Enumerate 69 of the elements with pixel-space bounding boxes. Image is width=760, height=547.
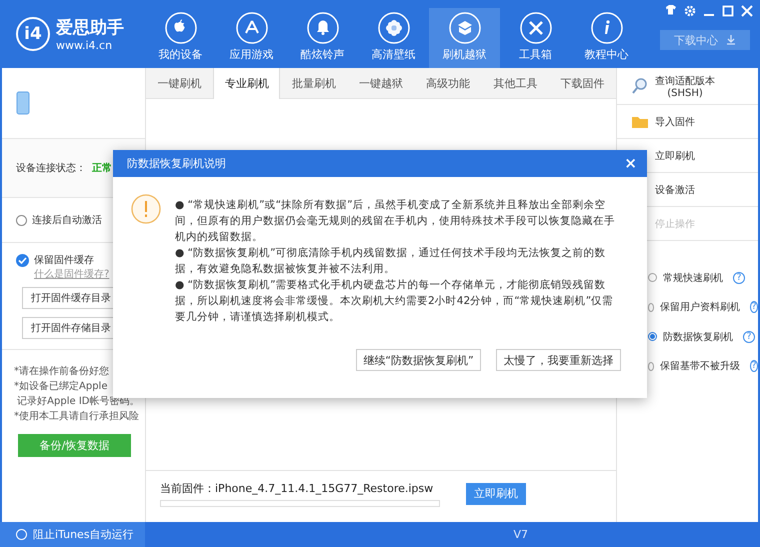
tab[interactable]: 一键刷机 [146, 68, 214, 98]
radio-button[interactable] [648, 362, 654, 371]
phone-icon [16, 91, 30, 115]
keep-cache-label: 保留固件缓存 [34, 254, 94, 267]
download-icon [726, 35, 736, 45]
note-text: *使用本工具请自行承担风险 [14, 410, 140, 424]
nav-tab[interactable]: 工具箱 [500, 8, 571, 68]
radio-button[interactable] [648, 332, 657, 342]
version-text: V7 [513, 527, 528, 543]
flash-mode-label: 保留用户资料刷机 [660, 300, 740, 314]
block-itunes-label: 阻止iTunes自动运行 [33, 527, 134, 542]
tab[interactable]: 一键越狱 [348, 68, 415, 98]
box-icon [448, 12, 480, 44]
tab[interactable]: 下载固件 [548, 68, 616, 98]
backup-restore-button[interactable]: 备份/恢复数据 [18, 434, 131, 457]
help-icon[interactable]: ? [750, 360, 758, 372]
app-store-icon [236, 12, 268, 44]
dialog-paragraph: ● “防数据恢复刷机”可彻底清除手机内残留数据，通过任何技术手段均无法恢复之前的数据，有效避免隐私数据被恢复并被不法利用。 [175, 246, 607, 277]
connection-label: 设备连接状态： [16, 162, 86, 175]
apple-icon [164, 12, 196, 44]
action-item[interactable]: 查询适配版本 (SHSH) [617, 68, 758, 105]
flash-mode-label: 保留基带不被升级 [660, 360, 740, 374]
dialog-button[interactable]: 太慢了，我要重新选择 [496, 349, 621, 371]
bell-icon [306, 12, 338, 44]
check-icon [18, 256, 27, 264]
radio-button[interactable] [648, 273, 657, 282]
nav-tab[interactable]: 酷炫铃声 [287, 8, 358, 68]
auto-activate-label: 连接后自动激活 [32, 214, 102, 227]
logo-mark: i4 [16, 17, 50, 51]
download-center-button[interactable]: 下载中心 [660, 30, 750, 50]
dialog-button[interactable]: 继续“防数据恢复刷机” [356, 349, 481, 371]
radio-button[interactable] [648, 302, 654, 312]
tab[interactable]: 其他工具 [482, 68, 549, 98]
help-icon[interactable]: ? [743, 330, 755, 343]
dialog-title: 防数据恢复刷机说明 [127, 156, 226, 171]
flash-mode-label: 防数据恢复刷机 [663, 330, 733, 344]
flash-button[interactable]: 立即刷机 [466, 482, 526, 504]
folder-icon [631, 114, 649, 128]
close-button[interactable]: × [624, 156, 637, 171]
close-icon[interactable] [740, 4, 754, 18]
current-firmware-label: 当前固件：iPhone_4.7_11.4.1_15G77_Restore.ipsw [160, 480, 434, 496]
search-icon [631, 77, 649, 95]
cache-help-link[interactable]: 什么是固件缓存? [34, 267, 110, 281]
warning-icon [131, 194, 161, 224]
maximize-icon[interactable] [721, 4, 735, 18]
tab[interactable]: 专业刷机 [213, 68, 280, 99]
connection-status: 正常 [92, 162, 112, 175]
help-icon[interactable]: ? [750, 301, 758, 314]
nav-tab[interactable]: 应用游戏 [216, 8, 287, 68]
nav-tab[interactable]: 高清壁纸 [358, 8, 429, 68]
logo-title: 爱思助手 [56, 17, 124, 39]
dialog-paragraph: ● “防数据恢复刷机”需要格式化手机内硬盘芯片的每一个存储单元，才能彻底销毁残留数据，所以刷机速度将会非常缓慢。本次刷机大约需要2小时42分钟，而“常规快速刷机”仅需要几分钟，请谨慎选择刷机模式。 [175, 278, 614, 325]
action-item[interactable]: 导入固件 [617, 105, 758, 139]
info-icon [590, 12, 622, 44]
flash-mode-label: 常规快速刷机 [663, 272, 723, 285]
flower-icon [378, 12, 410, 44]
checkbox[interactable] [16, 254, 29, 266]
nav-tab[interactable]: 教程中心 [571, 8, 642, 68]
help-icon[interactable]: ? [733, 272, 745, 284]
tab[interactable]: 高级功能 [414, 68, 482, 98]
nav-tab[interactable]: 我的设备 [145, 8, 216, 68]
logo-url: www.i4.cn [56, 39, 114, 52]
note-text: *如设备已绑定Apple [14, 380, 108, 394]
radio-button[interactable] [16, 214, 27, 226]
settings-icon[interactable] [683, 4, 697, 18]
note-text: *请在操作前备份好您 [14, 364, 110, 379]
nav-tab[interactable]: 刷机越狱 [429, 8, 500, 68]
tab[interactable]: 批量刷机 [280, 68, 348, 98]
dialog-paragraph: ● “常规快速刷机”或“抹除所有数据”后，虽然手机变成了全新系统并且释放出全部剩余空间，但原有的用户数据仍会毫无规则的残留在手机内，使用特殊技术手段可以恢复隐藏在手机内的残留数据。 [175, 198, 616, 245]
